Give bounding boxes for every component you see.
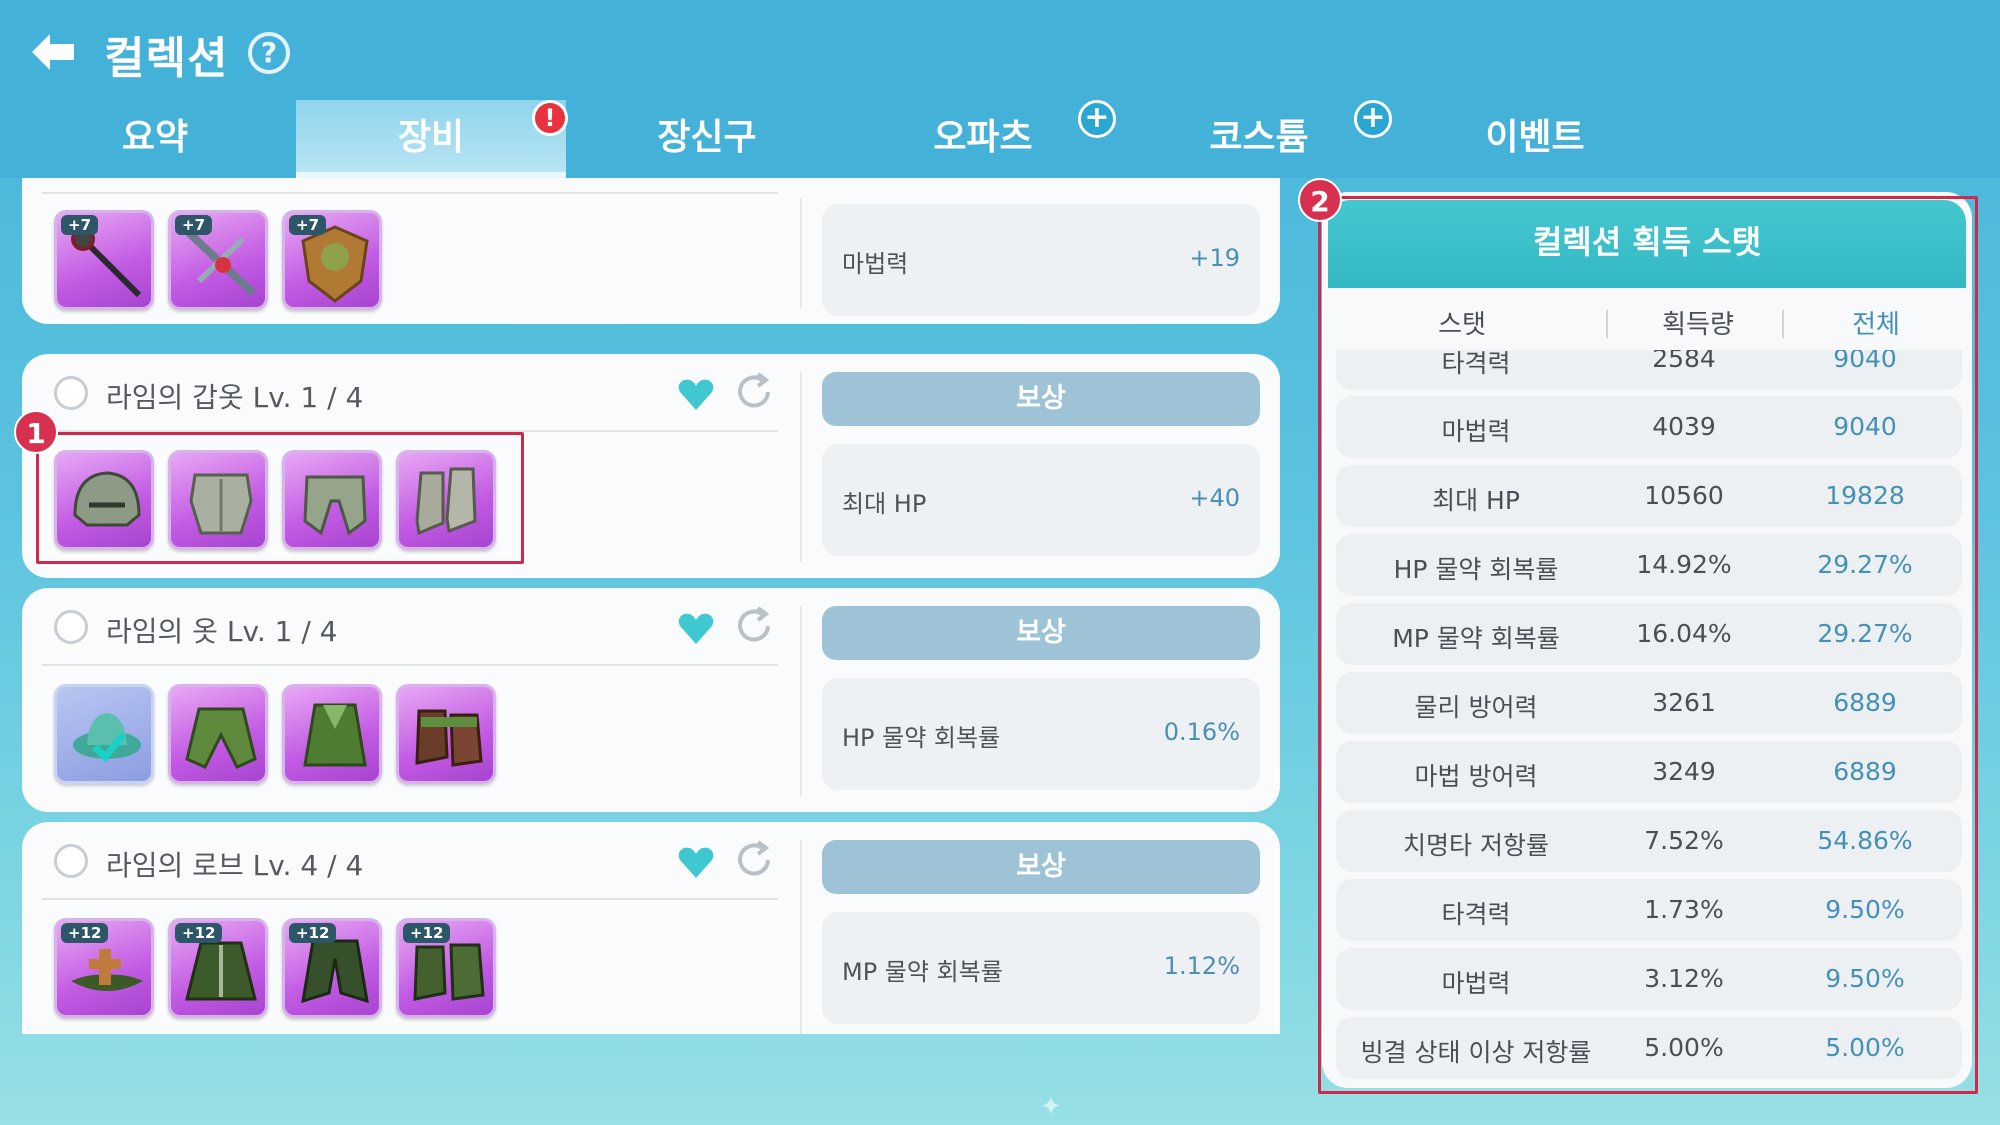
tab-equipment-label: 장비 xyxy=(397,117,465,158)
enhance-level: +7 xyxy=(289,215,327,235)
back-arrow-icon[interactable] xyxy=(28,30,78,74)
set-name: 라임의 갑옷 Lv. 1 / 4 xyxy=(106,381,364,414)
reward-stat-label: HP 물약 회복률 xyxy=(842,724,1001,752)
set-select-radio[interactable] xyxy=(54,610,88,644)
divider xyxy=(42,664,778,666)
collection-set-list[interactable]: +7 +7 +7 마법력 +19 라임의 갑옷 Lv. 1 / 4 보상 최대 … xyxy=(22,178,1282,1034)
divider xyxy=(800,606,802,796)
reward-stat-box: 최대 HP +40 xyxy=(822,444,1260,556)
collection-set-card: +7 +7 +7 마법력 +19 xyxy=(22,178,1280,324)
enhance-level: +12 xyxy=(175,923,223,943)
enhance-level: +7 xyxy=(175,215,213,235)
plus-badge-icon: + xyxy=(1078,100,1116,138)
item-slot[interactable]: +12 xyxy=(396,918,496,1018)
favorite-heart-icon[interactable] xyxy=(676,610,716,646)
hat-icon xyxy=(73,713,141,763)
annotation-marker-2: 2 xyxy=(1298,178,1342,222)
page-title: 컬렉션 xyxy=(104,33,229,84)
reward-stat-box: MP 물약 회복률 1.12% xyxy=(822,912,1260,1024)
favorite-heart-icon[interactable] xyxy=(676,376,716,412)
reward-stat-value: 1.12% xyxy=(1163,952,1240,980)
reward-stat-value: 0.16% xyxy=(1163,718,1240,746)
collection-set-card: 라임의 옷 Lv. 1 / 4 보상 HP 물약 회복률 0.16% xyxy=(22,588,1280,812)
refresh-icon[interactable] xyxy=(732,604,776,648)
refresh-icon[interactable] xyxy=(732,370,776,414)
enhance-level: +12 xyxy=(403,923,451,943)
reward-stat-value: +40 xyxy=(1189,484,1240,512)
tab-oparts[interactable]: 오파츠 xyxy=(848,100,1118,178)
reward-stat-label: 최대 HP xyxy=(842,490,927,518)
item-slot[interactable]: +12 xyxy=(168,918,268,1018)
annotation-box-2 xyxy=(1318,196,1978,1094)
enhance-level: +12 xyxy=(289,923,337,943)
item-slot[interactable]: +12 xyxy=(282,918,382,1018)
item-slot[interactable]: +7 xyxy=(282,210,382,310)
reward-button[interactable]: 보상 xyxy=(822,840,1260,894)
reward-stat-value: +19 xyxy=(1189,244,1240,272)
skirt-icon xyxy=(303,703,367,767)
alert-badge-icon: ! xyxy=(532,100,568,136)
enhance-level: +7 xyxy=(61,215,99,235)
divider xyxy=(800,372,802,562)
set-select-radio[interactable] xyxy=(54,376,88,410)
reward-button[interactable]: 보상 xyxy=(822,372,1260,426)
divider xyxy=(42,192,778,194)
enhance-level: +12 xyxy=(61,923,109,943)
favorite-heart-icon[interactable] xyxy=(676,844,716,880)
collection-set-card: 라임의 로브 Lv. 4 / 4 +12 +12 +12 +12 보상 MP 물… xyxy=(22,822,1280,1034)
top-bar: 컬렉션 ? 요약 장비 ! 장신구 오파츠 + 코스튬 + 이벤트 xyxy=(0,0,2000,178)
tab-event[interactable]: 이벤트 xyxy=(1400,100,1670,178)
divider xyxy=(42,898,778,900)
help-icon[interactable]: ? xyxy=(248,32,290,74)
divider xyxy=(800,840,802,1034)
reward-stat-box: HP 물약 회복률 0.16% xyxy=(822,678,1260,790)
reward-stat-box: 마법력 +19 xyxy=(822,204,1260,316)
item-slot[interactable] xyxy=(282,684,382,784)
item-slot[interactable] xyxy=(54,684,154,784)
sparkle-icon: ✦ xyxy=(1040,1092,1062,1122)
set-select-radio[interactable] xyxy=(54,844,88,878)
robe-top-icon xyxy=(185,707,257,769)
item-slot[interactable] xyxy=(168,684,268,784)
tab-costume[interactable]: 코스튬 xyxy=(1124,100,1394,178)
tab-equipment[interactable]: 장비 xyxy=(296,100,566,178)
reward-stat-label: MP 물약 회복률 xyxy=(842,958,1003,986)
tab-accessory[interactable]: 장신구 xyxy=(572,100,842,178)
reward-stat-label: 마법력 xyxy=(842,250,909,278)
divider xyxy=(800,198,802,308)
shoes-icon xyxy=(415,709,483,767)
item-slot[interactable] xyxy=(396,684,496,784)
annotation-marker-1: 1 xyxy=(14,410,58,454)
item-slot[interactable]: +7 xyxy=(54,210,154,310)
annotation-box-1 xyxy=(36,432,524,564)
set-name: 라임의 로브 Lv. 4 / 4 xyxy=(106,849,364,882)
item-slot[interactable]: +7 xyxy=(168,210,268,310)
set-name: 라임의 옷 Lv. 1 / 4 xyxy=(106,615,338,648)
refresh-icon[interactable] xyxy=(732,838,776,882)
tab-summary[interactable]: 요약 xyxy=(20,100,290,178)
item-slot[interactable]: +12 xyxy=(54,918,154,1018)
plus-badge-icon: + xyxy=(1354,100,1392,138)
reward-button[interactable]: 보상 xyxy=(822,606,1260,660)
